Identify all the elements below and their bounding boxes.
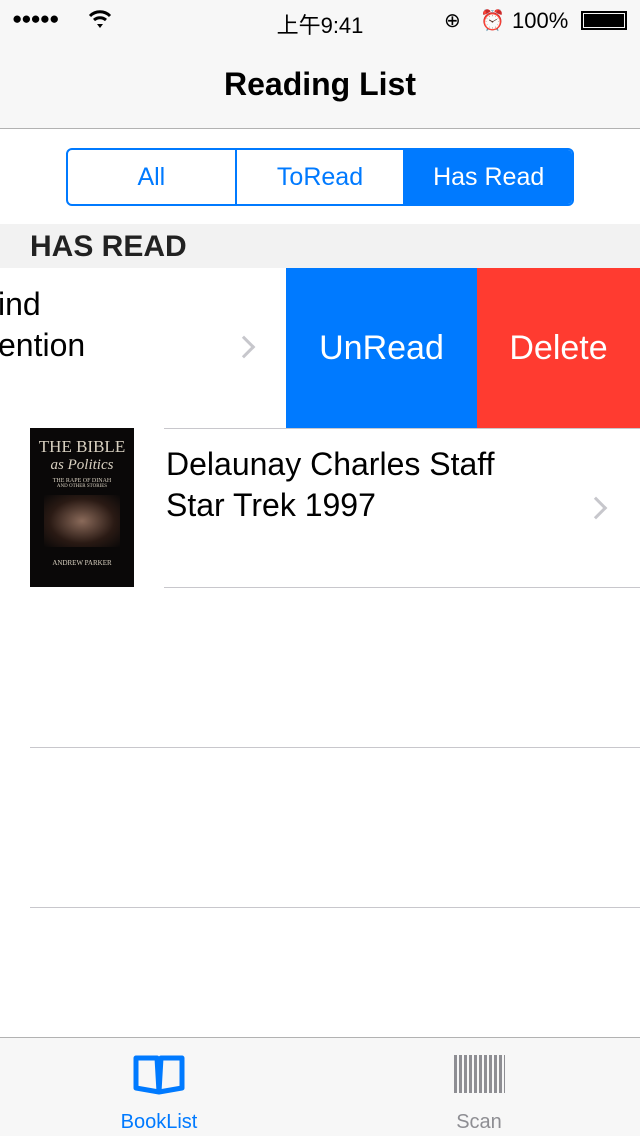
cover-tagline: AND OTHER STORIES [56, 484, 108, 489]
chevron-right-icon [232, 335, 256, 359]
navigation-bar: Reading List [0, 40, 640, 129]
cover-subtitle: as Politics [50, 457, 114, 473]
filter-segmented-control[interactable]: All ToRead Has Read [66, 148, 574, 206]
segment-toread[interactable]: ToRead [237, 150, 406, 204]
delete-button[interactable]: Delete [477, 268, 640, 428]
section-header: HAS READ [0, 224, 640, 268]
tab-scan[interactable]: Scan [399, 1038, 559, 1137]
book-row[interactable]: THE BIBLE as Politics THE RAPE OF DINAH … [0, 428, 640, 588]
book-icon [133, 1055, 185, 1095]
book-subtitle: Star Trek 1997 [166, 487, 376, 523]
book-title: ind [0, 286, 41, 322]
tab-booklist[interactable]: BookList [79, 1038, 239, 1137]
segment-has-read[interactable]: Has Read [405, 150, 572, 204]
swiped-book-row[interactable]: ind ention [0, 268, 286, 428]
book-title: Delaunay Charles Staff [166, 446, 495, 482]
chevron-right-icon [584, 496, 608, 520]
rotation-lock-icon: ⊕ [444, 10, 461, 32]
tab-bar: BookList Scan [0, 1037, 640, 1136]
book-subtitle: ention [0, 327, 86, 363]
tab-label: Scan [456, 1111, 502, 1133]
alarm-icon: ⏰ [480, 10, 505, 32]
status-bar: ●●●●● 上午9:41 ⊕ ⏰ 100% [0, 0, 640, 40]
divider [164, 587, 640, 588]
cover-title: THE BIBLE [38, 437, 126, 456]
segment-all[interactable]: All [68, 150, 237, 204]
cover-author: ANDREW PARKER [52, 559, 112, 567]
tab-label: BookList [120, 1111, 198, 1133]
unread-button[interactable]: UnRead [286, 268, 477, 428]
barcode-icon [454, 1055, 505, 1093]
divider [30, 907, 640, 908]
battery-icon [581, 11, 627, 30]
battery-percent: 100% [512, 8, 569, 33]
book-cover: THE BIBLE as Politics THE RAPE OF DINAH … [30, 428, 134, 587]
divider [30, 747, 640, 748]
page-title: Reading List [223, 66, 416, 102]
cover-image [44, 495, 120, 547]
